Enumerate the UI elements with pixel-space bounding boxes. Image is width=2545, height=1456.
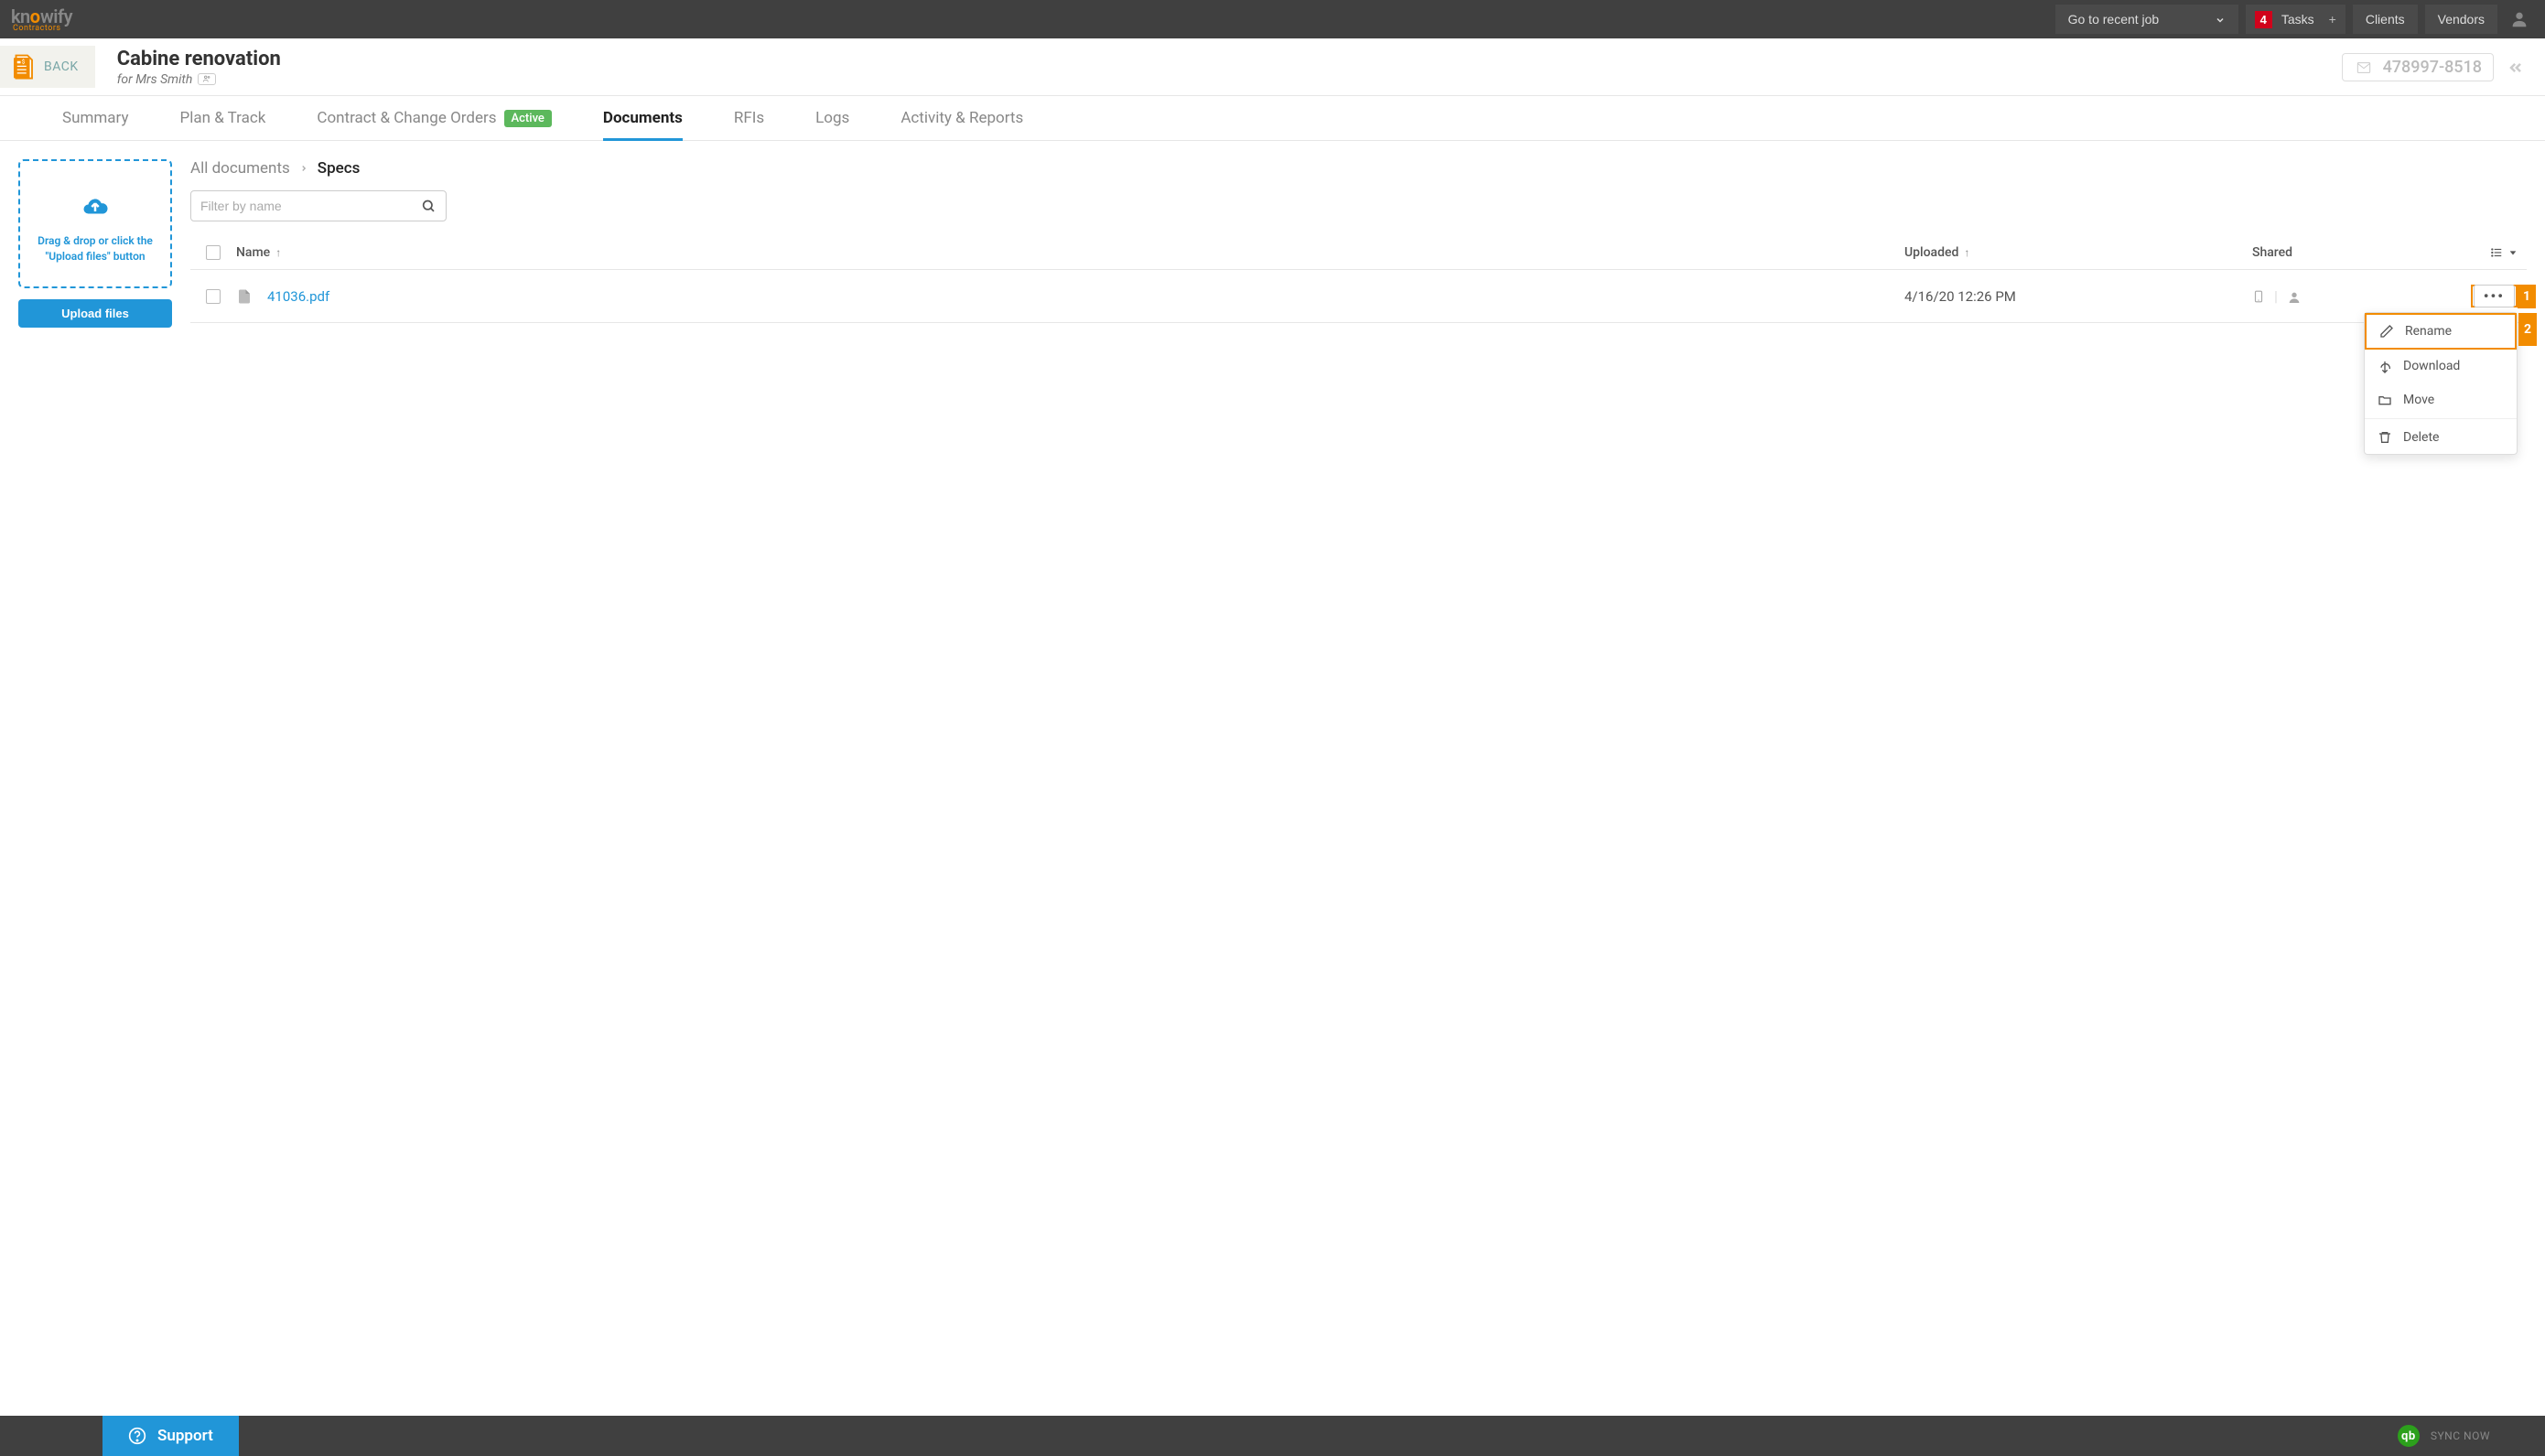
tasks-button[interactable]: 4 Tasks +	[2246, 5, 2345, 34]
person-share-icon[interactable]	[2287, 287, 2302, 305]
svg-text:$: $	[22, 58, 26, 65]
reference-pill[interactable]: 478997-8518	[2342, 53, 2494, 81]
quickbooks-icon: qb	[2398, 1425, 2420, 1447]
column-name[interactable]: Name ↑	[236, 245, 1904, 260]
tab-logs[interactable]: Logs	[790, 96, 875, 140]
support-button[interactable]: Support	[102, 1416, 239, 1456]
column-uploaded[interactable]: Uploaded ↑	[1904, 245, 2252, 260]
tab-rfis[interactable]: RFIs	[708, 96, 790, 140]
mobile-share-icon[interactable]	[2252, 286, 2265, 306]
clients-button[interactable]: Clients	[2353, 5, 2418, 34]
sort-asc-icon: ↑	[1964, 246, 1969, 259]
active-badge: Active	[504, 110, 552, 127]
back-button[interactable]: $ BACK	[0, 46, 95, 88]
pdf-file-icon	[236, 286, 253, 306]
main-content: Drag & drop or click the "Upload files" …	[0, 141, 2545, 346]
chevron-down-icon	[2215, 13, 2226, 26]
breadcrumb-root[interactable]: All documents	[190, 159, 290, 178]
search-icon[interactable]	[421, 199, 436, 213]
plus-icon: +	[2329, 12, 2336, 27]
document-icon: $	[9, 51, 37, 82]
tab-documents[interactable]: Documents	[577, 96, 708, 140]
select-all-checkbox[interactable]	[206, 245, 221, 260]
dropdown-delete[interactable]: Delete	[2365, 421, 2517, 454]
row-checkbox[interactable]	[206, 289, 221, 304]
upload-files-button[interactable]: Upload files	[18, 299, 172, 328]
dropdown-download[interactable]: Download	[2365, 350, 2517, 383]
help-icon	[128, 1427, 146, 1446]
folder-icon	[2378, 393, 2392, 407]
sync-now-button[interactable]: qb SYNC NOW	[2398, 1425, 2545, 1447]
client-badge-icon[interactable]	[198, 73, 216, 85]
footer: Support qb SYNC NOW	[0, 1416, 2545, 1456]
vendors-button[interactable]: Vendors	[2425, 5, 2497, 34]
tab-activity[interactable]: Activity & Reports	[875, 96, 1049, 140]
tab-summary[interactable]: Summary	[37, 96, 154, 140]
uploaded-date: 4/16/20 12:26 PM	[1904, 288, 2016, 305]
documents-panel: All documents Specs Name ↑ Uploaded ↑	[190, 159, 2527, 328]
envelope-icon	[2354, 58, 2374, 77]
callout-number-2: 2	[2518, 313, 2537, 346]
filter-wrapper	[190, 190, 447, 221]
cloud-upload-icon	[27, 183, 163, 226]
brand-logo[interactable]: knowify Contractors	[11, 5, 72, 33]
job-title: Cabine renovation	[117, 48, 2342, 70]
dropdown-rename[interactable]: Rename 2	[2365, 313, 2517, 350]
filter-input[interactable]	[190, 190, 447, 221]
collapse-chevrons-icon[interactable]	[2505, 56, 2527, 79]
row-more-button[interactable]: •••	[2474, 285, 2515, 307]
upload-sidebar: Drag & drop or click the "Upload files" …	[18, 159, 172, 328]
chevron-right-icon	[299, 161, 308, 176]
dropzone[interactable]: Drag & drop or click the "Upload files" …	[18, 159, 172, 288]
callout-1-highlight: ••• 1	[2471, 285, 2518, 307]
dropdown-move[interactable]: Move	[2365, 383, 2517, 416]
topbar: knowify Contractors Go to recent job 4 T…	[0, 0, 2545, 38]
view-mode-toggle[interactable]	[2488, 246, 2518, 259]
download-icon	[2378, 359, 2392, 373]
trash-icon	[2378, 430, 2392, 445]
file-link[interactable]: 41036.pdf	[267, 288, 329, 305]
breadcrumb-current: Specs	[318, 159, 361, 178]
table-row: 41036.pdf 4/16/20 12:26 PM | •••	[190, 270, 2527, 323]
callout-number-1: 1	[2518, 285, 2536, 308]
row-actions-dropdown: Rename 2 Download Move	[2364, 312, 2518, 455]
tab-plan-track[interactable]: Plan & Track	[154, 96, 291, 140]
tab-contract[interactable]: Contract & Change Orders Active	[291, 96, 577, 140]
breadcrumb: All documents Specs	[190, 159, 2527, 178]
job-header: $ BACK Cabine renovation for Mrs Smith 4…	[0, 38, 2545, 96]
tabs-bar: Summary Plan & Track Contract & Change O…	[0, 96, 2545, 141]
column-shared[interactable]: Shared	[2252, 245, 2472, 260]
edit-icon	[2379, 324, 2394, 339]
job-subtitle: for Mrs Smith	[117, 72, 2342, 87]
sort-asc-icon: ↑	[275, 246, 281, 259]
user-avatar-icon[interactable]	[2505, 5, 2534, 34]
recent-job-dropdown[interactable]: Go to recent job	[2055, 5, 2238, 34]
tasks-count-badge: 4	[2255, 11, 2272, 28]
table-header: Name ↑ Uploaded ↑ Shared	[190, 236, 2527, 270]
